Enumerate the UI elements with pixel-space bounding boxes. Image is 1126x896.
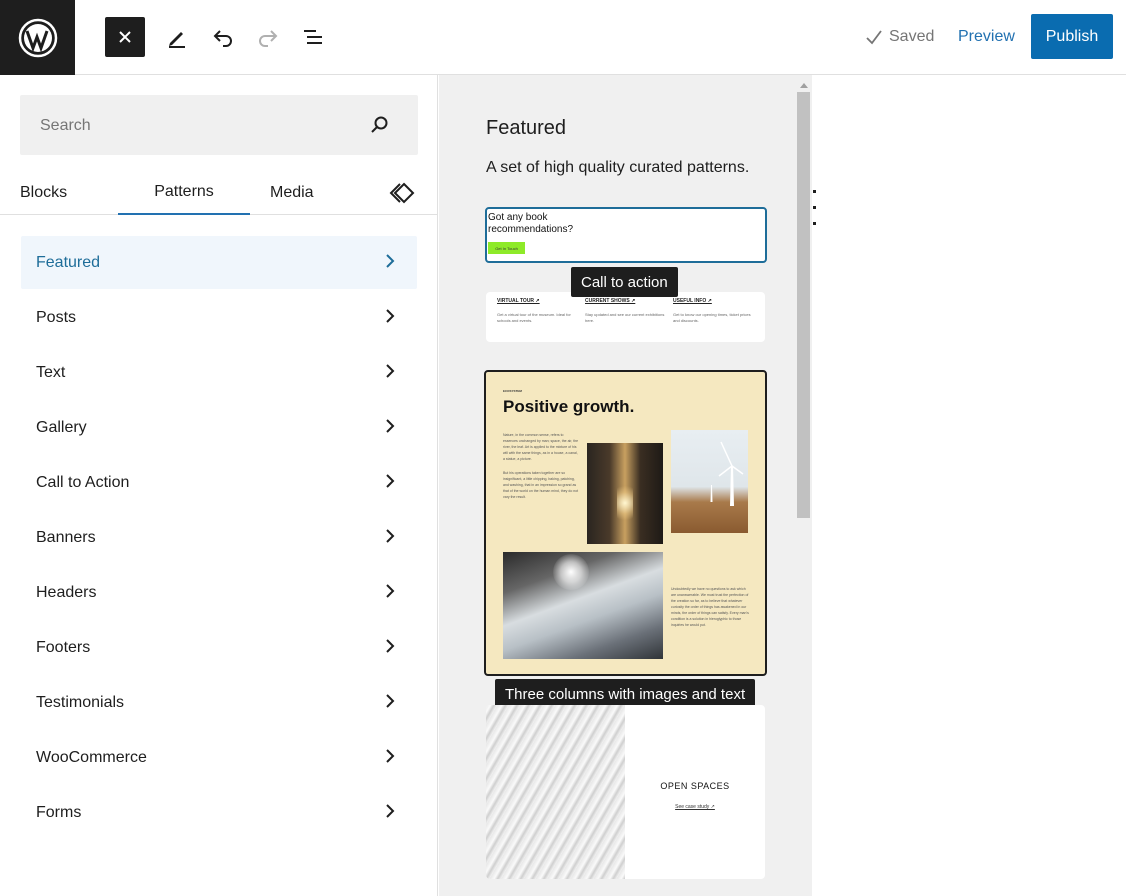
category-label: Posts: [36, 308, 77, 326]
search-input[interactable]: Search: [20, 95, 418, 155]
panel-description: A set of high quality curated patterns.: [486, 159, 750, 176]
link-heading: USEFUL INFO ↗: [673, 298, 712, 304]
cta-button: Get In Touch: [488, 242, 525, 254]
pattern-paragraph: But his operations taken together are so…: [503, 471, 579, 499]
category-label: WooCommerce: [36, 748, 147, 766]
preview-button[interactable]: Preview: [958, 28, 1015, 46]
wordpress-logo-icon[interactable]: [0, 0, 75, 75]
link-heading: VIRTUAL TOUR ↗: [497, 298, 540, 304]
pattern-eyebrow: ECOSYSTEM: [503, 389, 522, 393]
pattern-three-columns[interactable]: ECOSYSTEM Positive growth. Nature, in th…: [484, 370, 767, 676]
chevron-right-icon: [385, 473, 395, 494]
category-label: Call to Action: [36, 473, 130, 491]
panel-title: Featured: [486, 117, 567, 139]
chevron-right-icon: [385, 748, 395, 769]
chevron-right-icon: [385, 803, 395, 824]
link-text: Get to know our opening times, ticket pr…: [673, 312, 751, 323]
link-heading: CURRENT SHOWS ↗: [585, 298, 636, 304]
category-label: Banners: [36, 528, 96, 546]
cta-text: Got any book recommendations?: [488, 212, 574, 235]
chevron-right-icon: [385, 693, 395, 714]
list-view-icon[interactable]: [293, 17, 333, 57]
chevron-right-icon: [385, 308, 395, 329]
category-banners[interactable]: Banners: [21, 511, 417, 564]
category-gallery[interactable]: Gallery: [21, 401, 417, 454]
check-icon: [866, 30, 882, 45]
panel-scrollbar[interactable]: [796, 80, 811, 896]
category-label: Text: [36, 363, 66, 381]
canvas-handle: [813, 190, 817, 238]
pattern-heading: Positive growth.: [503, 397, 635, 416]
link-column: USEFUL INFO ↗ Get to know our opening ti…: [673, 298, 753, 324]
scroll-up-arrow-icon[interactable]: [800, 83, 808, 88]
link-text: Stay updated and see our current exhibit…: [585, 312, 665, 323]
category-woocommerce[interactable]: WooCommerce: [21, 731, 417, 784]
saved-label: Saved: [889, 28, 935, 45]
category-label: Headers: [36, 583, 97, 601]
scrollbar-thumb[interactable]: [797, 92, 810, 518]
category-featured[interactable]: Featured: [21, 236, 417, 289]
category-label: Testimonials: [36, 693, 125, 711]
chevron-right-icon: [385, 363, 395, 384]
edit-pencil-icon[interactable]: [157, 17, 197, 57]
chevron-right-icon: [385, 583, 395, 604]
tooltip-call-to-action: Call to action: [571, 267, 678, 297]
synced-patterns-icon[interactable]: [388, 170, 416, 215]
wind-turbine-image: [671, 430, 748, 533]
undo-icon[interactable]: [203, 17, 243, 57]
pattern-link: See case study ↗: [675, 804, 715, 810]
forest-image: [587, 443, 663, 544]
tab-patterns[interactable]: Patterns: [118, 170, 250, 215]
category-label: Forms: [36, 803, 82, 821]
category-posts[interactable]: Posts: [21, 291, 417, 344]
inserter-sidebar: Search Blocks Patterns Media Featured Po…: [0, 75, 438, 896]
pattern-paragraph: Nature, in the common sense, refers to e…: [503, 433, 579, 461]
category-call-to-action[interactable]: Call to Action: [21, 456, 417, 509]
category-footers[interactable]: Footers: [21, 621, 417, 674]
link-text: Get a virtual tour of the museum. Ideal …: [497, 312, 571, 323]
close-icon[interactable]: [105, 17, 145, 57]
coastline-image: [503, 552, 663, 659]
pattern-three-links[interactable]: VIRTUAL TOUR ↗ Get a virtual tour of the…: [486, 292, 765, 342]
saved-status: Saved: [865, 28, 934, 46]
publish-button[interactable]: Publish: [1031, 14, 1113, 59]
pattern-open-spaces[interactable]: OPEN SPACES See case study ↗: [486, 705, 765, 879]
search-placeholder: Search: [40, 117, 91, 134]
pattern-category-list: Featured Posts Text Gallery Call to Acti…: [21, 236, 417, 841]
link-column: CURRENT SHOWS ↗ Stay updated and see our…: [585, 298, 665, 324]
tab-media[interactable]: Media: [270, 170, 314, 215]
search-icon[interactable]: [370, 115, 390, 140]
category-forms[interactable]: Forms: [21, 786, 417, 839]
editor-header: Saved Preview Publish: [0, 0, 1126, 75]
pattern-call-to-action[interactable]: Got any book recommendations? Get In Tou…: [485, 207, 767, 263]
chevron-right-icon: [385, 528, 395, 549]
category-text[interactable]: Text: [21, 346, 417, 399]
pattern-preview-panel: Featured A set of high quality curated p…: [439, 75, 812, 896]
link-column: VIRTUAL TOUR ↗ Get a virtual tour of the…: [497, 298, 577, 324]
chevron-right-icon: [385, 418, 395, 439]
category-headers[interactable]: Headers: [21, 566, 417, 619]
chevron-right-icon: [385, 253, 395, 274]
category-testimonials[interactable]: Testimonials: [21, 676, 417, 729]
category-label: Gallery: [36, 418, 87, 436]
pattern-paragraph: Undoubtedly we have no questions to ask …: [671, 587, 749, 627]
redo-icon[interactable]: [248, 17, 288, 57]
category-label: Featured: [36, 253, 101, 271]
inserter-tabs: Blocks Patterns Media: [0, 170, 438, 215]
architecture-image: [486, 705, 625, 879]
chevron-right-icon: [385, 638, 395, 659]
pattern-heading: OPEN SPACES: [660, 781, 730, 791]
tab-blocks[interactable]: Blocks: [20, 170, 67, 215]
category-label: Footers: [36, 638, 91, 656]
